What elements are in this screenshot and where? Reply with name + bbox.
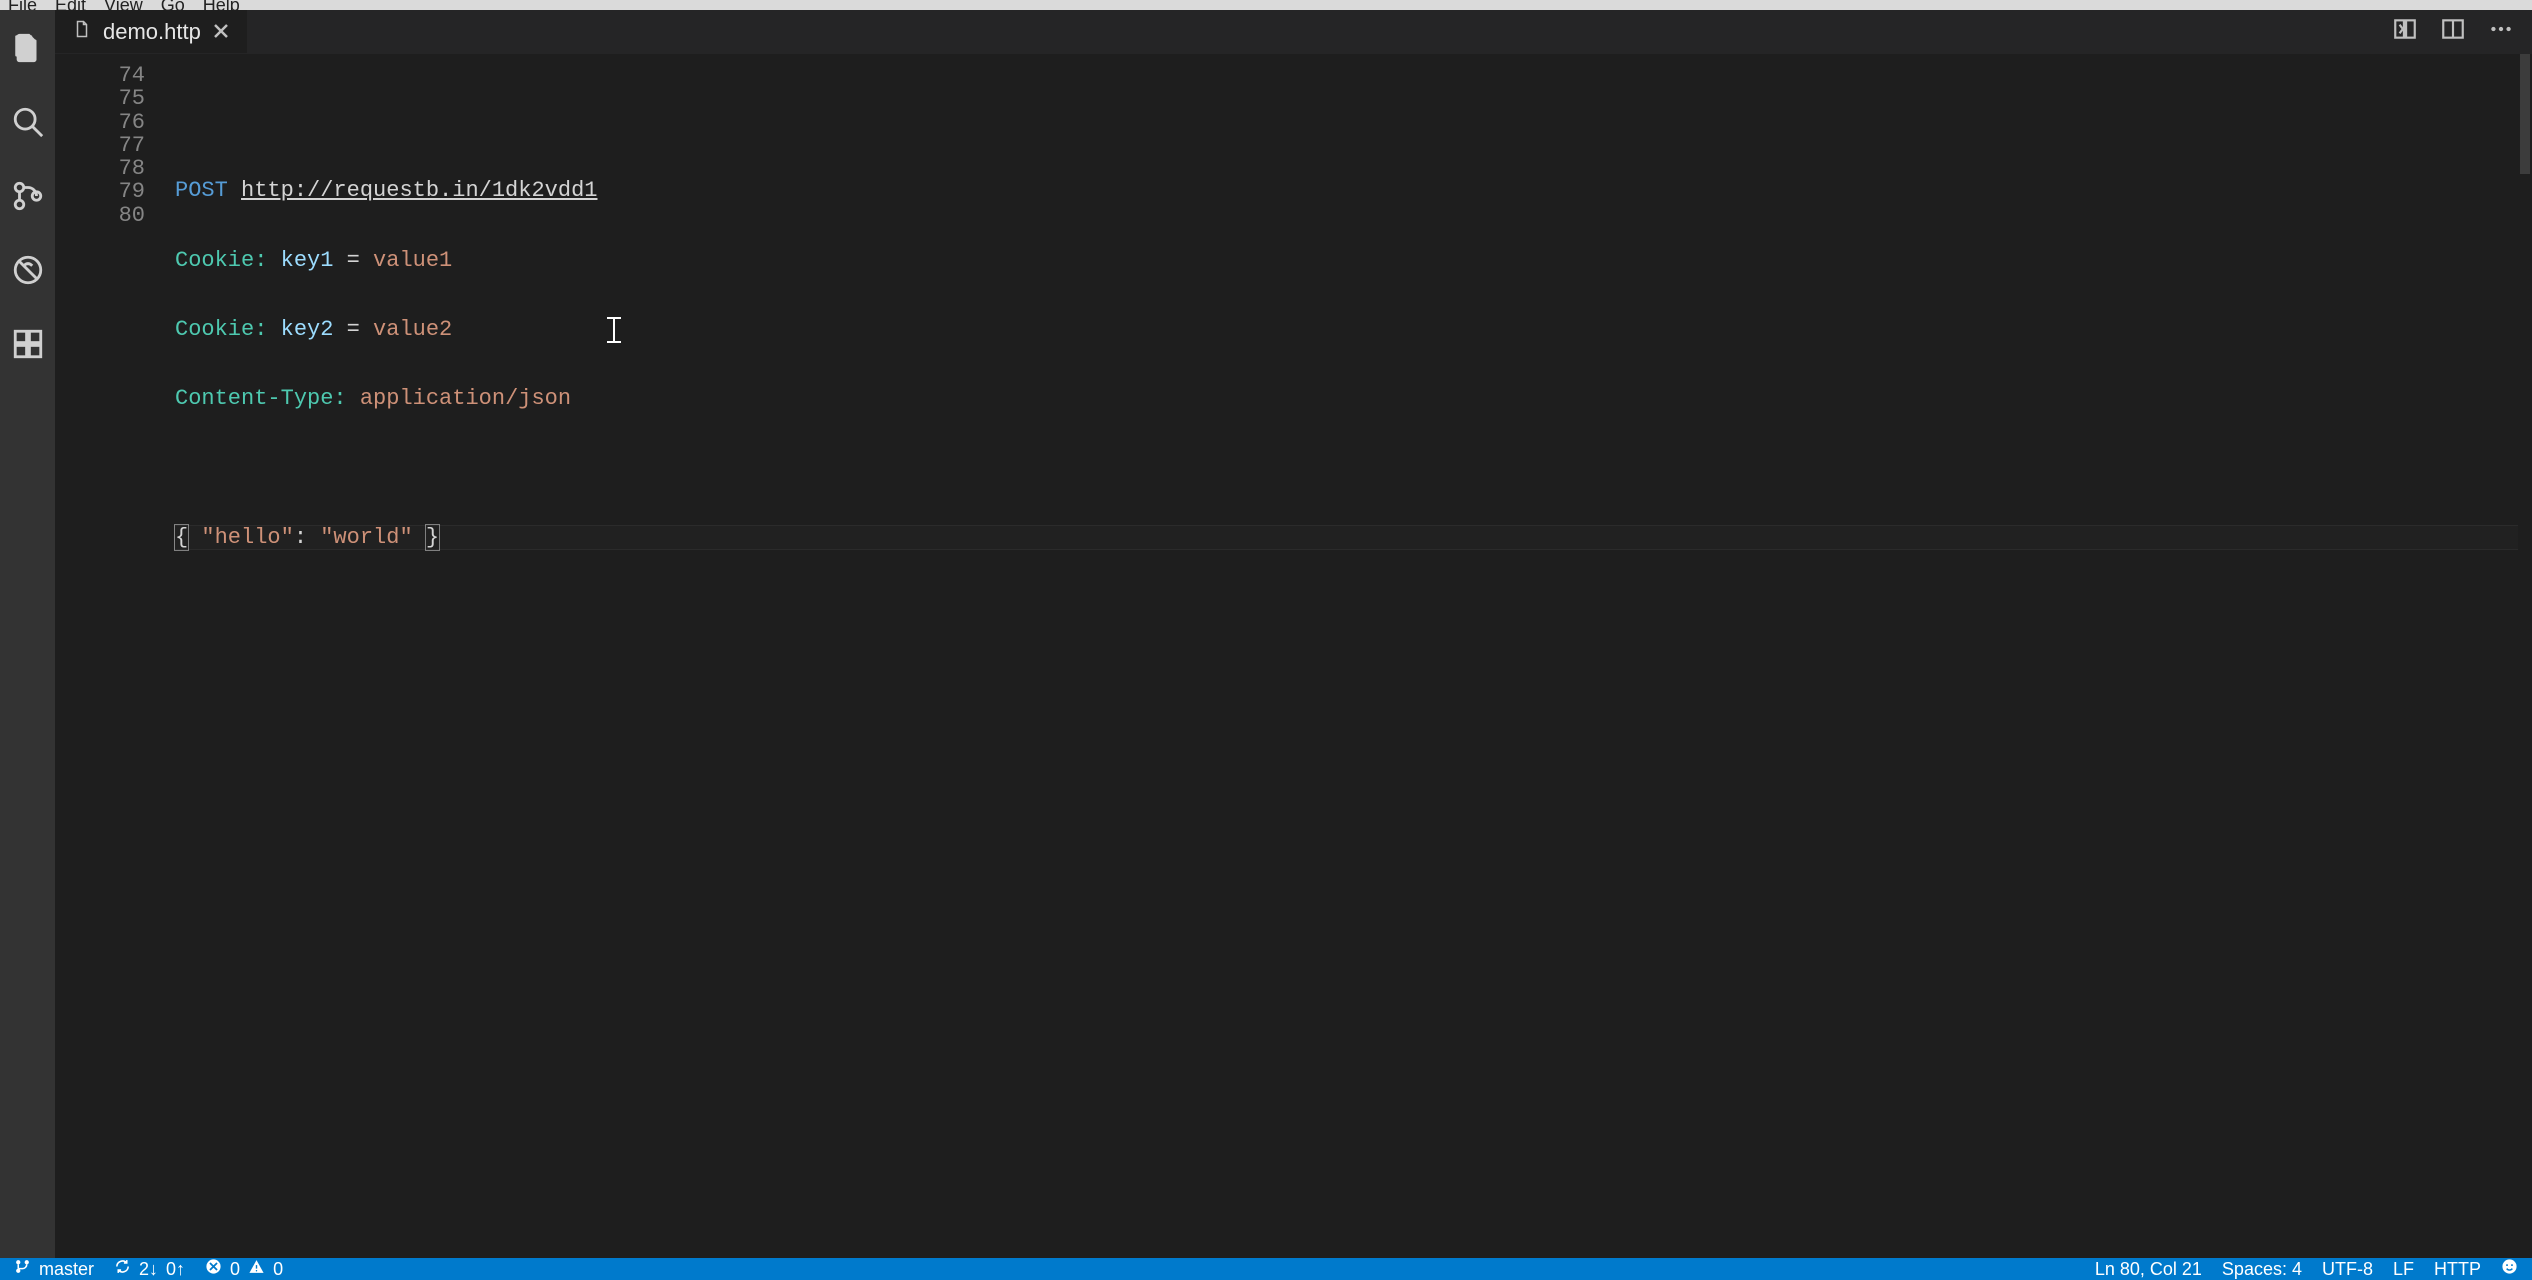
activity-bar	[0, 10, 55, 1258]
status-eol[interactable]: LF	[2393, 1259, 2414, 1280]
code-line: POST http://requestb.in/1dk2vdd1	[175, 179, 2532, 202]
editor-column: demo.http	[55, 10, 2532, 1258]
status-indent[interactable]: Spaces: 4	[2222, 1259, 2302, 1280]
status-encoding[interactable]: UTF-8	[2322, 1259, 2373, 1280]
tab-label: demo.http	[103, 19, 201, 45]
split-editor-icon[interactable]	[2440, 16, 2466, 47]
line-number: 76	[55, 111, 145, 134]
status-cursor-label: Ln 80, Col 21	[2095, 1259, 2202, 1280]
debug-icon[interactable]	[8, 250, 48, 290]
menu-go[interactable]: Go	[161, 0, 185, 10]
close-icon[interactable]	[213, 19, 229, 45]
vertical-scrollbar[interactable]	[2518, 54, 2532, 1258]
status-language-label: HTTP	[2434, 1259, 2481, 1280]
status-eol-label: LF	[2393, 1259, 2414, 1280]
status-cursor[interactable]: Ln 80, Col 21	[2095, 1259, 2202, 1280]
extensions-icon[interactable]	[8, 324, 48, 364]
status-language[interactable]: HTTP	[2434, 1259, 2481, 1280]
status-branch-label: master	[39, 1259, 94, 1280]
search-icon[interactable]	[8, 102, 48, 142]
branch-icon	[14, 1258, 31, 1280]
status-sync[interactable]: 2↓ 0↑	[114, 1258, 185, 1280]
status-error-count: 0	[230, 1259, 240, 1280]
code-line	[175, 110, 2532, 133]
code-line	[175, 456, 2532, 479]
status-indent-label: Spaces: 4	[2222, 1259, 2302, 1280]
gutter: 74 75 76 77 78 79 80	[55, 54, 175, 1258]
line-number: 74	[55, 64, 145, 87]
middle: demo.http	[0, 10, 2532, 1258]
tab-demo-http[interactable]: demo.http	[55, 10, 248, 53]
scrollbar-thumb[interactable]	[2520, 54, 2530, 174]
menu-help[interactable]: Help	[203, 0, 240, 10]
source-control-icon[interactable]	[8, 176, 48, 216]
code-line: Content-Type: application/json	[175, 387, 2532, 410]
editor[interactable]: 74 75 76 77 78 79 80 POST http://request…	[55, 54, 2532, 1258]
status-problems[interactable]: 0 0	[205, 1258, 283, 1280]
code-area[interactable]: POST http://requestb.in/1dk2vdd1 Cookie:…	[175, 54, 2532, 1258]
status-sync-down: 2↓	[139, 1259, 158, 1280]
error-icon	[205, 1258, 222, 1280]
status-encoding-label: UTF-8	[2322, 1259, 2373, 1280]
code-line: Cookie: key2 = value2	[175, 318, 2532, 341]
menu-view[interactable]: View	[104, 0, 143, 10]
line-number: 79	[55, 180, 145, 203]
status-sync-up: 0↑	[166, 1259, 185, 1280]
smiley-icon	[2501, 1258, 2518, 1280]
menu-file[interactable]: File	[8, 0, 37, 10]
menu-bar: File Edit View Go Help	[0, 0, 2532, 10]
status-bar: master 2↓ 0↑ 0 0 Ln 80, Col 21 Spaces: 4	[0, 1258, 2532, 1280]
tab-bar: demo.http	[55, 10, 2532, 54]
app-root: File Edit View Go Help	[0, 0, 2532, 1280]
warning-icon	[248, 1258, 265, 1280]
menu-edit[interactable]: Edit	[55, 0, 86, 10]
line-number: 75	[55, 87, 145, 110]
more-actions-icon[interactable]	[2488, 16, 2514, 47]
line-number: 80	[55, 204, 145, 227]
code-line: { "hello": "world" }	[175, 526, 2532, 549]
status-warning-count: 0	[273, 1259, 283, 1280]
sync-icon	[114, 1258, 131, 1280]
status-branch[interactable]: master	[14, 1258, 94, 1280]
status-feedback[interactable]	[2501, 1258, 2518, 1280]
file-icon	[73, 18, 91, 46]
code-line: Cookie: key1 = value1	[175, 249, 2532, 272]
line-number: 77	[55, 134, 145, 157]
line-number: 78	[55, 157, 145, 180]
editor-actions	[2392, 10, 2532, 53]
explorer-icon[interactable]	[8, 28, 48, 68]
open-changes-icon[interactable]	[2392, 16, 2418, 47]
text-cursor-icon	[607, 316, 621, 344]
